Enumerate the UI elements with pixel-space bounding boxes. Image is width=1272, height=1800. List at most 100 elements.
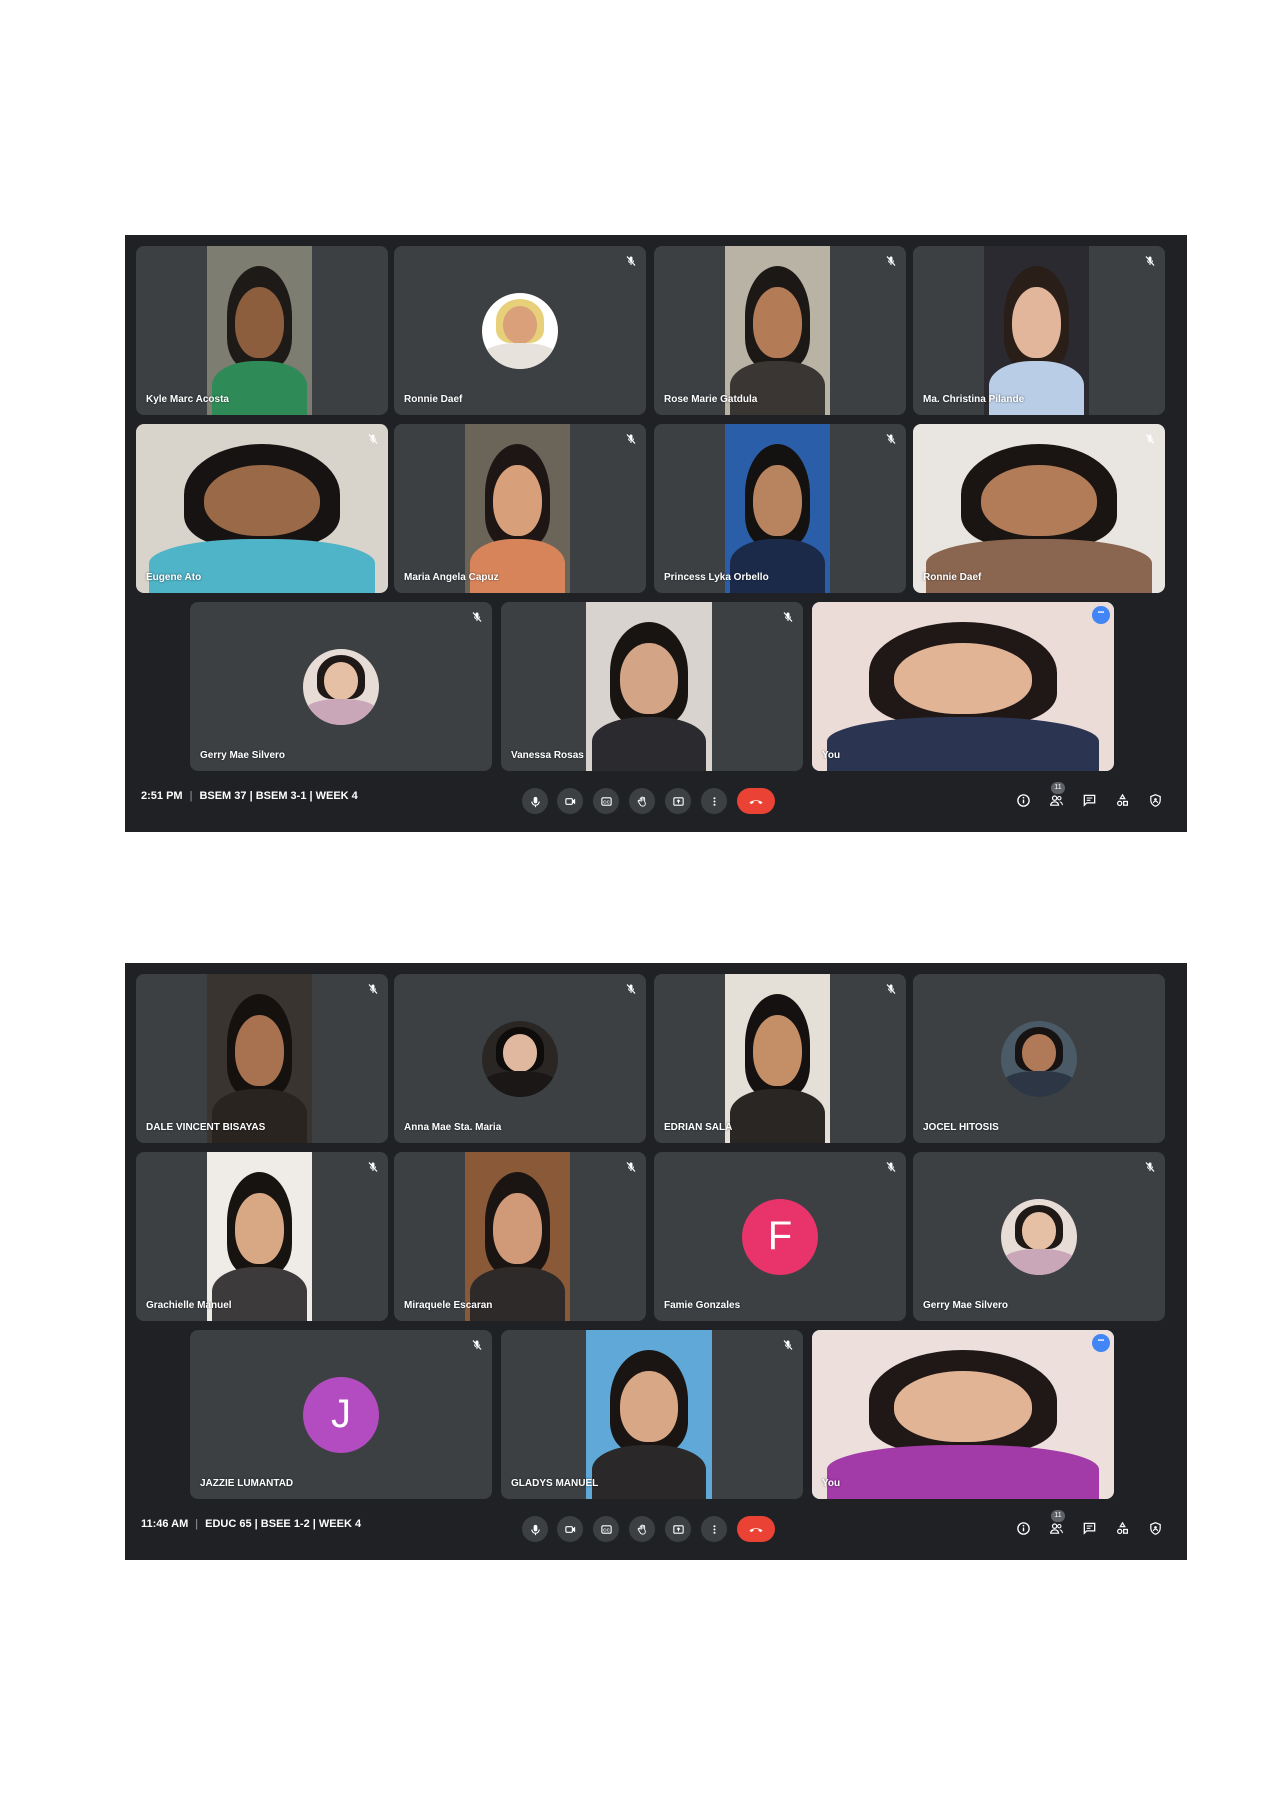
participant-video (812, 1330, 1114, 1499)
participant-tile[interactable]: Ronnie Daef (394, 246, 646, 415)
mic-muted-icon (885, 254, 897, 266)
participant-name: Rose Marie Gatdula (664, 394, 758, 405)
participant-tile[interactable]: GLADYS MANUEL (501, 1330, 803, 1499)
participant-tile[interactable]: Maria Angela Capuz (394, 424, 646, 593)
meeting-details-button[interactable] (1013, 1518, 1033, 1538)
video-person-body (729, 1088, 826, 1143)
self-video-tile[interactable]: You ••• (812, 602, 1114, 771)
participant-name: You (822, 1478, 841, 1489)
microphone-button[interactable] (522, 1516, 548, 1542)
captions-icon: CC (600, 1523, 613, 1536)
participant-tile[interactable]: Gerry Mae Silvero (190, 602, 492, 771)
mic-muted-icon (471, 610, 483, 622)
participant-name: Gerry Mae Silvero (923, 1300, 1009, 1311)
video-person-head (493, 1192, 542, 1264)
video-person-body (469, 538, 566, 593)
captions-button[interactable]: CC (593, 788, 619, 814)
participant-tile[interactable]: JOCEL HITOSIS (913, 974, 1165, 1143)
participant-tile[interactable]: EDRIAN SALA (654, 974, 906, 1143)
profile-photo-avatar (1001, 1020, 1077, 1097)
camera-button[interactable] (557, 1516, 583, 1542)
participant-tile[interactable]: Rose Marie Gatdula (654, 246, 906, 415)
video-person-head (893, 1370, 1033, 1442)
more-options-button[interactable] (701, 788, 727, 814)
mic-muted-icon (625, 254, 637, 266)
end-call-button[interactable] (737, 1516, 775, 1542)
participant-name: DALE VINCENT BISAYAS (146, 1122, 266, 1133)
mic-muted-icon (1144, 432, 1156, 444)
participant-video (983, 246, 1090, 415)
present-screen-button[interactable] (665, 1516, 691, 1542)
participant-tile[interactable]: Ma. Christina Pilande (913, 246, 1165, 415)
participant-tile[interactable]: J JAZZIE LUMANTAD (190, 1330, 492, 1499)
participant-tile[interactable]: Miraquele Escaran (394, 1152, 646, 1321)
mic-muted-icon (367, 432, 379, 444)
camera-button[interactable] (557, 788, 583, 814)
participant-video (724, 424, 831, 593)
video-person-head (204, 464, 320, 536)
avatar-person-head (323, 662, 359, 701)
present-screen-button[interactable] (665, 788, 691, 814)
activities-icon (1115, 1521, 1130, 1536)
meeting-details-icon (1016, 1521, 1031, 1536)
participant-tile[interactable]: Kyle Marc Acosta (136, 246, 388, 415)
raise-hand-button[interactable] (629, 1516, 655, 1542)
chat-button[interactable] (1079, 790, 1099, 810)
meeting-details-button[interactable] (1013, 790, 1033, 810)
avatar-person-body (1002, 1248, 1076, 1275)
participant-name: GLADYS MANUEL (511, 1478, 599, 1489)
people-button[interactable]: 11 (1046, 1510, 1066, 1538)
participant-name: Kyle Marc Acosta (146, 394, 229, 405)
participant-tile[interactable]: Anna Mae Sta. Maria (394, 974, 646, 1143)
end-call-icon (748, 796, 764, 806)
mic-muted-icon (1144, 1160, 1156, 1172)
participant-count-badge: 11 (1051, 782, 1065, 794)
participant-video (913, 424, 1165, 593)
video-person-head (619, 642, 679, 714)
mic-muted-icon (782, 1338, 794, 1350)
self-video-tile[interactable]: You ••• (812, 1330, 1114, 1499)
participant-video (585, 602, 713, 771)
host-controls-button[interactable] (1145, 1518, 1165, 1538)
activities-button[interactable] (1112, 1518, 1132, 1538)
host-controls-button[interactable] (1145, 790, 1165, 810)
call-controls-bar: 2:51 PM | BSEM 37 | BSEM 3-1 | WEEK 4 CC 11 (125, 776, 1187, 832)
participant-tile[interactable]: Grachielle Manuel (136, 1152, 388, 1321)
participant-tile[interactable]: Vanessa Rosas (501, 602, 803, 771)
video-person-head (619, 1370, 679, 1442)
activities-button[interactable] (1112, 790, 1132, 810)
participant-name: Vanessa Rosas (511, 750, 584, 761)
chat-button[interactable] (1079, 1518, 1099, 1538)
microphone-button[interactable] (522, 788, 548, 814)
participant-tile[interactable]: Gerry Mae Silvero (913, 1152, 1165, 1321)
microphone-icon (529, 1523, 542, 1536)
mic-muted-icon (1144, 254, 1156, 266)
divider: | (189, 790, 193, 802)
participant-video (724, 974, 831, 1143)
profile-photo-avatar (303, 648, 379, 725)
raise-hand-button[interactable] (629, 788, 655, 814)
participant-video (464, 1152, 571, 1321)
more-options-button[interactable] (701, 1516, 727, 1542)
participant-tile[interactable]: Ronnie Daef (913, 424, 1165, 593)
mic-muted-icon (885, 1160, 897, 1172)
participant-tile[interactable]: F Famie Gonzales (654, 1152, 906, 1321)
captions-button[interactable]: CC (593, 1516, 619, 1542)
mic-muted-icon (367, 1160, 379, 1172)
participant-tile[interactable]: DALE VINCENT BISAYAS (136, 974, 388, 1143)
participant-tile[interactable]: Princess Lyka Orbello (654, 424, 906, 593)
mic-muted-icon (471, 1338, 483, 1350)
tile-more-options-icon[interactable]: ••• (1092, 1334, 1110, 1352)
participant-tile[interactable]: Eugene Ato (136, 424, 388, 593)
participant-name: Miraquele Escaran (404, 1300, 493, 1311)
participant-name: Gerry Mae Silvero (200, 750, 286, 761)
avatar-person-body (483, 1070, 557, 1097)
end-call-button[interactable] (737, 788, 775, 814)
more-options-icon (708, 1523, 721, 1536)
tile-more-options-icon[interactable]: ••• (1092, 606, 1110, 624)
meet-window-2: DALE VINCENT BISAYAS Anna Mae Sta. Maria E… (125, 963, 1187, 1560)
video-person-body (729, 360, 826, 415)
mic-muted-icon (367, 982, 379, 994)
people-button[interactable]: 11 (1046, 782, 1066, 810)
video-person-body (591, 1444, 707, 1499)
